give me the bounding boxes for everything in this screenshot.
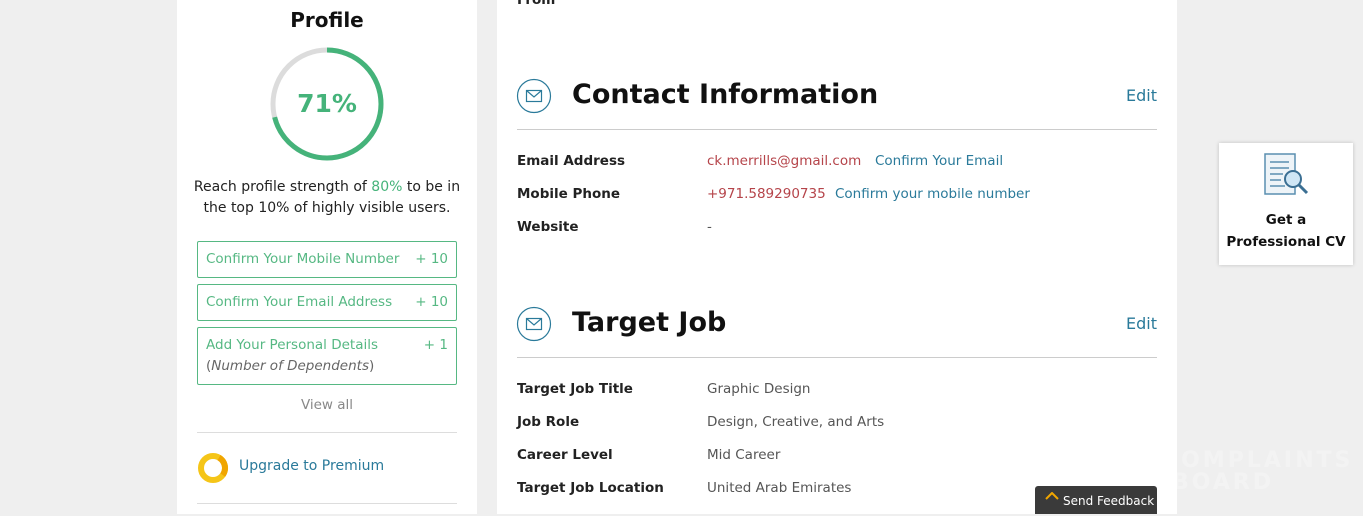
field-label: Website (517, 219, 579, 235)
field-value: Design, Creative, and Arts (707, 414, 885, 430)
document-magnifier-icon (1264, 153, 1309, 195)
section-divider (517, 357, 1157, 358)
confirm-mobile-link[interactable]: Confirm your mobile number (835, 186, 1030, 202)
profile-details-panel: From Contact Information Edit Email Addr… (497, 0, 1177, 514)
reach-target: 80% (371, 179, 403, 195)
section-divider (517, 129, 1157, 130)
task-label: Confirm Your Mobile Number (206, 251, 400, 267)
section-title-target-job: Target Job (572, 307, 727, 338)
field-value: United Arab Emirates (707, 480, 852, 496)
profile-strength-title: Profile (290, 8, 364, 32)
task-points: + 10 (415, 294, 448, 310)
task-label: Confirm Your Email Address (206, 294, 393, 310)
task-label: Add Your Personal Details (206, 337, 379, 353)
email-value: ck.merrills@gmail.com (707, 153, 862, 169)
divider (197, 503, 457, 504)
edit-contact-button[interactable]: Edit (1126, 86, 1157, 105)
task-points: + 10 (415, 251, 448, 267)
reach-prefix: Reach profile strength of (193, 179, 372, 195)
confirm-email-link[interactable]: Confirm Your Email (875, 153, 1003, 169)
chevron-up-icon (1045, 492, 1059, 500)
field-label: Mobile Phone (517, 186, 621, 202)
website-value: - (707, 219, 712, 235)
task-add-personal-details[interactable]: Add Your Personal Details + 1 (Number of… (197, 327, 457, 385)
view-all-link[interactable]: View all (177, 397, 477, 413)
envelope-icon (516, 78, 552, 114)
field-value: Graphic Design (707, 381, 811, 397)
mobile-value: +971.589290735 (707, 186, 826, 202)
send-feedback-label: Send Feedback (1063, 494, 1155, 508)
task-confirm-mobile[interactable]: Confirm Your Mobile Number + 10 (197, 241, 457, 278)
task-confirm-email[interactable]: Confirm Your Email Address + 10 (197, 284, 457, 321)
field-label: Target Job Location (517, 480, 664, 496)
premium-ring-icon (198, 453, 228, 483)
profile-strength-panel: Profile 71% Reach profile strength of 80… (177, 0, 477, 514)
divider (197, 432, 457, 433)
task-points: + 1 (423, 337, 448, 353)
progress-percent: 71% (297, 89, 357, 118)
field-label: Career Level (517, 447, 613, 463)
edit-target-job-button[interactable]: Edit (1126, 314, 1157, 333)
field-label: Target Job Title (517, 381, 633, 397)
professional-cv-card[interactable]: Get a Professional CV (1219, 143, 1353, 265)
send-feedback-button[interactable]: Send Feedback (1035, 486, 1157, 514)
task-sublabel: (Number of Dependents) (206, 358, 375, 374)
reach-message: Reach profile strength of 80% to be in t… (187, 177, 467, 219)
field-label: Email Address (517, 153, 626, 169)
field-label: Job Role (517, 414, 580, 430)
from-label: From (517, 0, 556, 8)
envelope-icon (516, 306, 552, 342)
section-title-contact: Contact Information (572, 79, 879, 110)
professional-cv-label: Get a Professional CV (1226, 212, 1346, 250)
upgrade-premium-link[interactable]: Upgrade to Premium (239, 458, 384, 474)
field-value: Mid Career (707, 447, 781, 463)
